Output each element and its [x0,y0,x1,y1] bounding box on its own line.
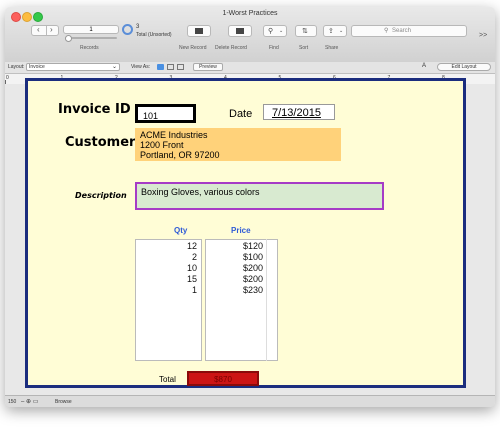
previous-record-icon[interactable]: ‹ [37,25,40,34]
new-record-button[interactable] [187,25,211,37]
find-label: Find [269,45,279,51]
status-bar: 150 – ⊕ ▭ Browse [5,395,495,407]
records-label: Records [80,45,99,51]
invoice-layout: Invoice ID 101 Date 7/13/2015 Customer A… [25,78,466,388]
sort-icon: ⇅ [302,28,308,35]
customer-label: Customer [65,135,136,150]
layout-select[interactable]: Invoice ⌄ [26,63,120,71]
find-button[interactable]: ⚲ ⌄ [263,25,287,37]
description-label: Description [75,191,127,200]
customer-field[interactable]: ACME Industries 1200 Front Portland, OR … [135,128,341,161]
date-field[interactable]: 7/13/2015 [263,104,335,120]
price-column-header: Price [231,226,251,235]
record-nav-arrows[interactable]: ‹ › [31,25,59,36]
edit-layout-button[interactable]: Edit Layout [437,63,491,71]
customer-line-1: ACME Industries [140,130,208,140]
font-size-icon[interactable]: A [422,63,426,69]
zoom-controls-icon[interactable]: – ⊕ ▭ [21,398,38,405]
new-record-icon [195,28,203,34]
total-label: Total [159,375,176,384]
title-bar: 1-Worst Practices ‹ › 1 3 Total (Unsorte… [5,7,495,63]
search-icon: ⚲ [268,28,274,35]
new-record-label: New Record [179,45,207,51]
view-as-label: View As: [131,64,151,70]
qty-portal: 12 2 10 15 1 [135,239,202,361]
date-label: Date [229,108,253,120]
sort-button[interactable]: ⇅ [295,25,317,37]
record-count: 3 [136,24,140,30]
chevron-down-icon: ⌄ [279,28,284,34]
customer-line-2: 1200 Front [140,140,184,150]
record-total-label: Total (Unsorted) [136,32,172,38]
description-field[interactable]: Boxing Gloves, various colors [135,182,384,210]
form-view-icon[interactable] [157,64,164,70]
delete-record-button[interactable] [228,25,252,37]
toolbar-overflow-button[interactable]: >> [479,32,487,39]
ruler-tick-label: 0 [6,75,9,81]
qty-column-header: Qty [174,226,188,235]
window-title: 1-Worst Practices [222,10,278,17]
customer-line-3: Portland, OR 97200 [140,150,220,160]
qty-cell[interactable]: 2 [136,252,201,263]
delete-record-label: Delete Record [215,45,247,51]
share-icon: ⇪ [328,28,334,35]
invoice-id-field[interactable]: 101 [135,104,196,123]
sort-label: Sort [299,45,309,51]
total-field[interactable]: $870 [187,371,259,386]
record-slider-thumb[interactable] [65,35,72,42]
zoom-level[interactable]: 150 [8,399,16,405]
search-icon: ⚲ [384,28,389,34]
table-view-icon[interactable] [177,64,184,70]
chevron-down-icon: ⌄ [339,28,344,34]
qty-cell[interactable]: 1 [136,285,201,296]
record-number-input[interactable]: 1 [63,25,119,34]
share-label: Share [325,45,339,51]
share-button[interactable]: ⇪ ⌄ [323,25,347,37]
qty-cell[interactable]: 10 [136,263,201,274]
layout-bar: Layout: Invoice ⌄ View As: Preview A Edi… [5,62,495,74]
qty-cell[interactable]: 12 [136,241,201,252]
invoice-id-label: Invoice ID [58,102,131,117]
search-input[interactable]: ⚲ Search [351,25,467,37]
price-portal: $120 $100 $200 $200 $230 [205,239,278,361]
layout-label: Layout: [8,64,25,70]
chevron-down-icon: ⌄ [111,64,117,70]
layout-select-value: Invoice [29,64,45,70]
portal-scrollbar[interactable] [266,239,267,361]
mode-indicator[interactable]: Browse [55,399,72,405]
next-record-icon[interactable]: › [50,25,53,34]
delete-record-icon [236,28,244,34]
search-placeholder: Search [392,28,412,34]
record-slider[interactable] [65,35,117,42]
list-view-icon[interactable] [167,64,174,70]
record-pie-icon [122,24,133,35]
qty-cell[interactable]: 15 [136,274,201,285]
preview-button[interactable]: Preview [193,63,223,71]
